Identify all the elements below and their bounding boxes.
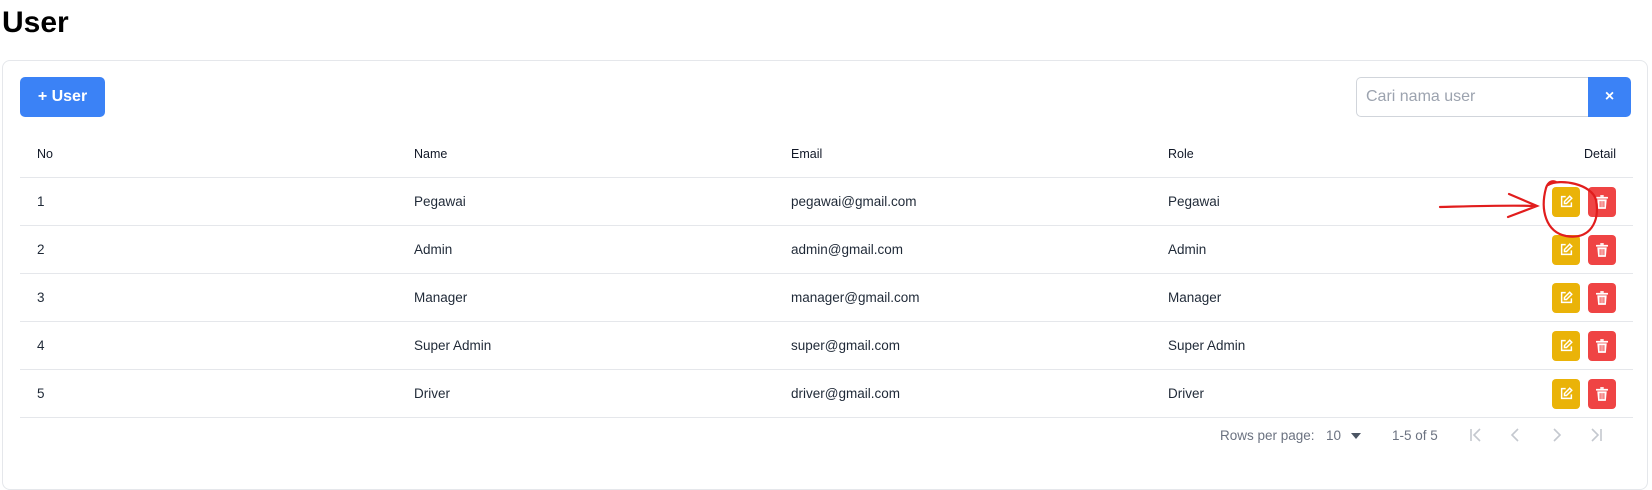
table-row: 2 Admin admin@gmail.com Admin [20,225,1633,274]
search-bar: × [1356,77,1631,117]
header-no: No [20,131,414,178]
table-row: 5 Driver driver@gmail.com Driver [20,369,1633,418]
page-range: 1-5 of 5 [1392,428,1438,443]
cell-no: 1 [20,177,414,226]
pagination-bar: Rows per page: 10 1-5 of 5 [3,416,1649,456]
user-card: + User × No Name Email Role Detail 1 Peg… [2,60,1648,490]
chevron-left-icon [1510,428,1519,442]
rows-per-page-value: 10 [1326,428,1342,443]
table-row: 1 Pegawai pegawai@gmail.com Pegawai [20,177,1633,226]
cell-role: Super Admin [1168,321,1545,370]
edit-icon [1560,291,1573,304]
add-user-button[interactable]: + User [20,77,105,117]
cell-email: driver@gmail.com [791,369,1168,418]
edit-button[interactable] [1552,330,1580,361]
search-input[interactable] [1356,77,1588,117]
cell-detail [1545,225,1633,274]
prev-page-button[interactable] [1505,422,1527,448]
edit-icon [1560,195,1573,208]
edit-icon [1560,339,1573,352]
header-detail: Detail [1545,131,1633,178]
first-page-icon [1470,428,1481,442]
clear-search-button[interactable]: × [1588,77,1631,117]
cell-no: 3 [20,273,414,322]
rows-per-page-label: Rows per page: [1220,428,1315,443]
edit-button[interactable] [1552,378,1580,409]
edit-button[interactable] [1552,186,1580,217]
delete-button[interactable] [1588,186,1616,217]
row-actions [1552,234,1616,265]
cell-name: Manager [414,273,791,322]
cell-email: admin@gmail.com [791,225,1168,274]
cell-role: Pegawai [1168,177,1545,226]
edit-icon [1560,243,1573,256]
chevron-right-icon [1553,428,1562,442]
delete-button[interactable] [1588,234,1616,265]
delete-button[interactable] [1588,330,1616,361]
table-row: 4 Super Admin super@gmail.com Super Admi… [20,321,1633,370]
cell-detail [1545,273,1633,322]
edit-button[interactable] [1552,282,1580,313]
table-row: 3 Manager manager@gmail.com Manager [20,273,1633,322]
edit-button[interactable] [1552,234,1580,265]
delete-button[interactable] [1588,282,1616,313]
user-table: No Name Email Role Detail 1 Pegawai pega… [20,131,1633,418]
page-title: User [2,6,69,39]
delete-button[interactable] [1588,378,1616,409]
cell-no: 4 [20,321,414,370]
next-page-button[interactable] [1545,422,1567,448]
cell-name: Super Admin [414,321,791,370]
trash-icon [1596,242,1608,257]
row-actions [1552,186,1616,217]
last-page-icon [1591,428,1602,442]
trash-icon [1596,194,1608,209]
cell-no: 5 [20,369,414,418]
cell-detail [1545,177,1633,226]
cell-email: super@gmail.com [791,321,1168,370]
cell-role: Manager [1168,273,1545,322]
cell-role: Driver [1168,369,1545,418]
caret-down-icon [1351,432,1362,439]
trash-icon [1596,290,1608,305]
trash-icon [1596,386,1608,401]
table-header-row: No Name Email Role Detail [20,131,1633,178]
header-role: Role [1168,131,1545,178]
header-name: Name [414,131,791,178]
rows-per-page-select[interactable]: 10 [1326,428,1362,443]
pager-controls [1465,422,1607,448]
first-page-button[interactable] [1465,422,1487,448]
row-actions [1552,282,1616,313]
cell-name: Pegawai [414,177,791,226]
edit-icon [1560,387,1573,400]
cell-detail [1545,369,1633,418]
cell-email: manager@gmail.com [791,273,1168,322]
row-actions [1552,378,1616,409]
cell-detail [1545,321,1633,370]
cell-no: 2 [20,225,414,274]
trash-icon [1596,338,1608,353]
row-actions [1552,330,1616,361]
cell-name: Admin [414,225,791,274]
cell-name: Driver [414,369,791,418]
header-email: Email [791,131,1168,178]
last-page-button[interactable] [1585,422,1607,448]
cell-email: pegawai@gmail.com [791,177,1168,226]
cell-role: Admin [1168,225,1545,274]
